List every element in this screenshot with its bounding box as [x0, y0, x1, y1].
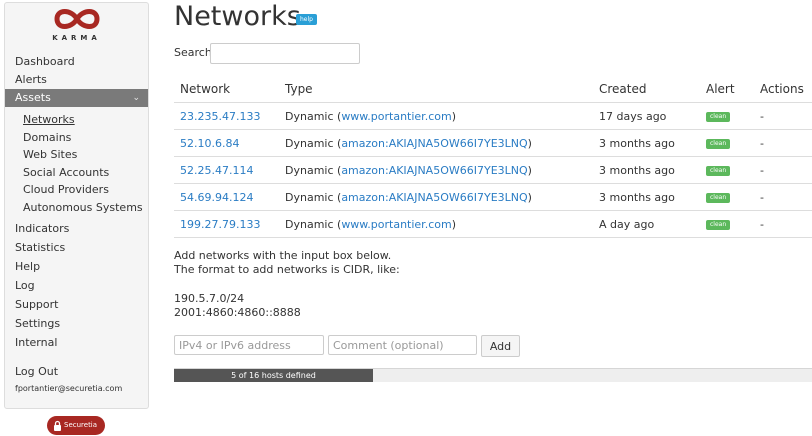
alert-status-badge: clean	[706, 219, 731, 230]
user-email: fportantier@securetia.com	[15, 384, 123, 393]
type-prefix: Dynamic (	[285, 163, 342, 177]
comment-input[interactable]	[328, 335, 477, 355]
cidr-example-ipv4: 190.5.7.0/24	[174, 292, 245, 305]
sidebar-item-internal[interactable]: Internal	[15, 334, 57, 352]
actions-cell: -	[754, 156, 812, 184]
column-header-network[interactable]: Network	[174, 75, 279, 103]
created-cell: 3 months ago	[593, 183, 700, 211]
actions-cell: -	[754, 129, 812, 157]
created-cell: A day ago	[593, 210, 700, 238]
karma-logo[interactable]: KARMA	[5, 3, 148, 47]
table-row: 199.27.79.133 Dynamic (www.portantier.co…	[174, 210, 812, 238]
table-row: 23.235.47.133 Dynamic (www.portantier.co…	[174, 102, 812, 130]
table-row: 52.25.47.114 Dynamic (amazon:AKIAJNA5OW6…	[174, 156, 812, 184]
sidebar-item-log[interactable]: Log	[15, 277, 35, 295]
actions-cell: -	[754, 210, 812, 238]
type-source-link[interactable]: www.portantier.com	[341, 110, 451, 123]
actions-cell: -	[754, 102, 812, 130]
network-link[interactable]: 52.10.6.84	[180, 137, 239, 150]
table-header-row: Network Type Created Alert Actions	[174, 75, 812, 103]
securetia-badge[interactable]: Securetia	[47, 416, 105, 435]
sidebar-item-indicators[interactable]: Indicators	[15, 220, 69, 238]
sidebar-subitem-domains[interactable]: Domains	[23, 129, 71, 146]
sidebar-item-alerts[interactable]: Alerts	[15, 71, 47, 89]
type-source-link[interactable]: amazon:AKIAJNA5OW66I7YE3LNQ	[341, 191, 527, 204]
info-line-1: Add networks with the input box below.	[174, 249, 392, 262]
column-header-alert[interactable]: Alert	[700, 75, 754, 103]
chevron-down-icon: ⌄	[132, 93, 140, 103]
lock-icon	[54, 420, 61, 431]
sidebar-item-dashboard[interactable]: Dashboard	[15, 53, 75, 71]
created-cell: 3 months ago	[593, 129, 700, 157]
sidebar-item-settings[interactable]: Settings	[15, 315, 60, 333]
type-suffix: )	[451, 109, 456, 123]
type-suffix: )	[451, 217, 456, 231]
created-cell: 17 days ago	[593, 102, 700, 130]
progress-fill: 5 of 16 hosts defined	[174, 369, 373, 382]
type-prefix: Dynamic (	[285, 190, 342, 204]
alert-status-badge: clean	[706, 111, 731, 122]
column-header-type[interactable]: Type	[279, 75, 593, 103]
type-suffix: )	[527, 190, 532, 204]
page-title: Networks	[174, 1, 301, 32]
network-link[interactable]: 52.25.47.114	[180, 164, 253, 177]
infinity-logo-icon	[54, 9, 100, 29]
alert-status-badge: clean	[706, 192, 731, 203]
help-badge[interactable]: help	[296, 14, 317, 25]
type-prefix: Dynamic (	[285, 109, 342, 123]
type-prefix: Dynamic (	[285, 136, 342, 150]
sidebar-subitem-web-sites[interactable]: Web Sites	[23, 146, 77, 163]
sidebar: KARMA Dashboard Alerts Assets ⌄ Networks…	[4, 2, 149, 409]
add-network-button[interactable]: Add	[481, 335, 520, 357]
type-prefix: Dynamic (	[285, 217, 342, 231]
sidebar-subitem-cloud-providers[interactable]: Cloud Providers	[23, 181, 109, 198]
cidr-example-ipv6: 2001:4860:4860::8888	[174, 306, 301, 319]
sidebar-subitem-networks[interactable]: Networks	[23, 111, 75, 128]
network-link[interactable]: 199.27.79.133	[180, 218, 260, 231]
sidebar-item-support[interactable]: Support	[15, 296, 58, 314]
sidebar-item-help[interactable]: Help	[15, 258, 40, 276]
type-source-link[interactable]: amazon:AKIAJNA5OW66I7YE3LNQ	[341, 137, 527, 150]
created-cell: 3 months ago	[593, 156, 700, 184]
network-link[interactable]: 54.69.94.124	[180, 191, 253, 204]
progress-text: 5 of 16 hosts defined	[231, 371, 316, 380]
sidebar-item-logout[interactable]: Log Out	[15, 363, 58, 381]
type-source-link[interactable]: amazon:AKIAJNA5OW66I7YE3LNQ	[341, 164, 527, 177]
type-source-link[interactable]: www.portantier.com	[341, 218, 451, 231]
type-suffix: )	[527, 163, 532, 177]
sidebar-subitem-autonomous-systems[interactable]: Autonomous Systems	[23, 199, 143, 216]
sidebar-item-statistics[interactable]: Statistics	[15, 239, 65, 257]
type-suffix: )	[527, 136, 532, 150]
logo-text: KARMA	[52, 34, 101, 42]
search-input[interactable]	[210, 43, 360, 64]
alert-status-badge: clean	[706, 165, 731, 176]
table-row: 52.10.6.84 Dynamic (amazon:AKIAJNA5OW66I…	[174, 129, 812, 157]
actions-cell: -	[754, 183, 812, 211]
table-row: 54.69.94.124 Dynamic (amazon:AKIAJNA5OW6…	[174, 183, 812, 211]
info-line-2: The format to add networks is CIDR, like…	[174, 263, 400, 276]
sidebar-item-label: Assets	[15, 91, 51, 104]
networks-table: Network Type Created Alert Actions 23.23…	[174, 75, 812, 238]
sidebar-subitem-social-accounts[interactable]: Social Accounts	[23, 164, 109, 181]
hosts-progress-bar: 5 of 16 hosts defined	[174, 368, 812, 382]
column-header-actions: Actions	[754, 75, 812, 103]
network-address-input[interactable]	[174, 335, 324, 355]
sidebar-item-assets[interactable]: Assets ⌄	[5, 89, 148, 107]
alert-status-badge: clean	[706, 138, 731, 149]
column-header-created[interactable]: Created	[593, 75, 700, 103]
securetia-label: Securetia	[64, 421, 98, 429]
network-link[interactable]: 23.235.47.133	[180, 110, 260, 123]
